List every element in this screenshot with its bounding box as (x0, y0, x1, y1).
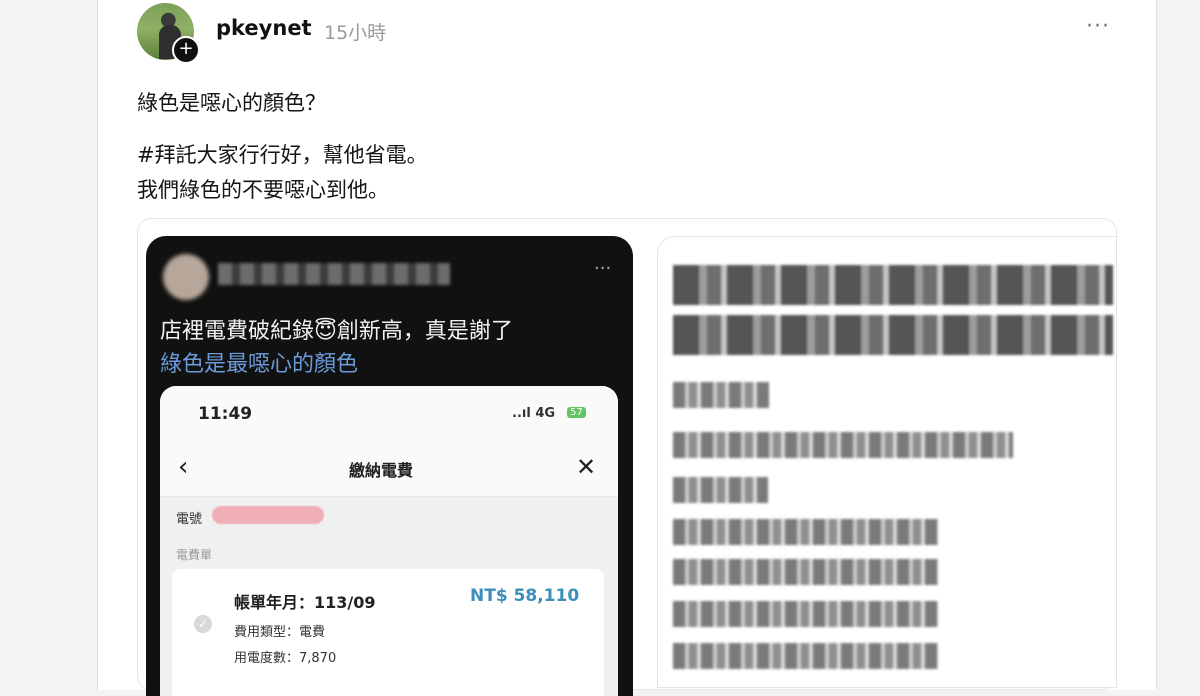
redacted-account-number (212, 506, 324, 524)
follow-plus-icon[interactable]: + (172, 36, 200, 64)
post-text-line-2[interactable]: #拜託大家行行好，幫他省電。 (137, 139, 428, 169)
bill-month: 帳單年月：113/09 (234, 593, 376, 612)
post-time: 15小時 (324, 22, 387, 44)
blurred-username (218, 263, 450, 285)
bill-card: ✓ 帳單年月：113/09 NT$ 58,110 費用類型：電費 用電度數：7,… (172, 569, 604, 696)
close-icon: ✕ (576, 453, 597, 481)
check-circle-icon: ✓ (194, 615, 212, 633)
phone-clock: 11:49 (198, 404, 253, 424)
embedded-caption: 店裡電費破紀錄😇創新高，真是謝了 (160, 319, 513, 344)
account-label: 電號 (176, 512, 203, 527)
pixelated-text-line (673, 559, 938, 585)
phone-screenshot: 11:49 ..ıl 4G 57 ‹ 繳納電費 ✕ 電號 電費單 ✓ 帳單年月：… (160, 386, 618, 696)
pixelated-title-line-1 (673, 265, 1113, 305)
bills-label: 電費單 (176, 548, 213, 562)
pixelated-text-line (673, 643, 938, 669)
back-chevron-icon: ‹ (178, 452, 189, 482)
pixelated-text-line (673, 477, 768, 503)
pixelated-title-line-2 (673, 315, 1113, 355)
phone-status-bar: 11:49 ..ıl 4G 57 (160, 386, 618, 444)
bill-usage: 用電度數：7,870 (234, 651, 337, 666)
more-options-icon[interactable]: ··· (1086, 14, 1110, 39)
post-text-line-1: 綠色是噁心的顏色？ (137, 91, 326, 115)
embedded-caption-highlight: 綠色是最噁心的顏色 (160, 352, 359, 377)
bill-type: 費用類型：電費 (234, 625, 326, 640)
battery-icon: 57 (567, 407, 586, 418)
phone-nav-bar: ‹ 繳納電費 ✕ (160, 444, 618, 497)
pixelated-username (673, 382, 769, 408)
blurred-avatar (163, 254, 209, 300)
bill-amount: NT$ 58,110 (470, 586, 580, 606)
embedded-screenshot-right-pixelated[interactable] (657, 236, 1117, 688)
signal-icon: ..ıl 4G (512, 406, 556, 421)
pixelated-text-line (673, 519, 938, 545)
pixelated-text-line (673, 432, 1013, 458)
pixelated-text-line (673, 601, 938, 627)
post-text-line-3: 我們綠色的不要噁心到他。 (137, 178, 389, 202)
embedded-screenshot-left[interactable]: ··· 店裡電費破紀錄😇創新高，真是謝了 綠色是最噁心的顏色 11:49 ..ı… (146, 236, 633, 696)
phone-page-title: 繳納電費 (349, 461, 414, 480)
embedded-more-icon: ··· (594, 258, 612, 279)
username[interactable]: pkeynet (216, 16, 312, 40)
